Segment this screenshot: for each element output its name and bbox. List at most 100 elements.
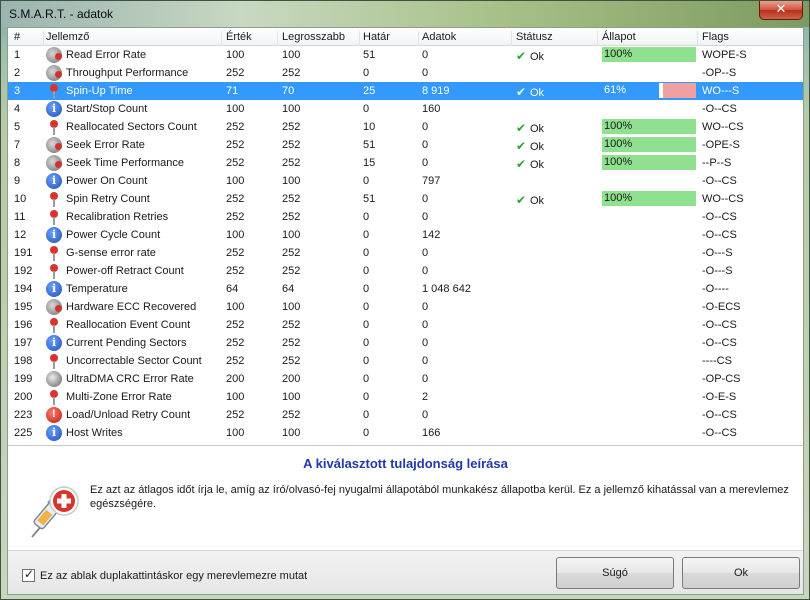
attribute-threshold: 0 — [363, 229, 370, 241]
table-row[interactable]: 197 Current Pending Sectors 252 252 0 0 -O--CS — [8, 334, 803, 352]
status-ok: ✔ Ok — [516, 139, 544, 153]
pin-icon — [46, 245, 62, 261]
status-ok: ✔ Ok — [516, 157, 544, 171]
attribute-id: 11 — [14, 211, 26, 223]
gear-icon — [46, 155, 62, 171]
table-row[interactable]: 194 Temperature 64 64 0 1 048 642 -O---- — [8, 280, 803, 298]
info-icon — [46, 173, 62, 189]
column-header-worst[interactable]: Legrosszabb — [282, 31, 360, 46]
attribute-raw-data: 1 048 642 — [422, 283, 471, 295]
attribute-name: Uncorrectable Sector Count — [66, 355, 202, 367]
attribute-id: 12 — [14, 229, 27, 241]
table-row[interactable]: 225 Host Writes 100 100 0 166 -O--CS — [8, 424, 803, 442]
attribute-id: 191 — [14, 247, 33, 259]
attribute-id: 4 — [14, 103, 21, 115]
attribute-name: Current Pending Sectors — [66, 337, 187, 349]
attribute-value: 71 — [226, 85, 239, 97]
attribute-raw-data: 797 — [422, 175, 441, 187]
attribute-flags: -O--CS — [702, 337, 737, 349]
attribute-id: 10 — [14, 193, 27, 205]
attribute-name: Temperature — [66, 283, 128, 295]
table-row[interactable]: 12 Power Cycle Count 100 100 0 142 -O--CS — [8, 226, 803, 244]
attribute-name: Read Error Rate — [66, 49, 147, 61]
attribute-flags: -O---- — [702, 283, 729, 295]
condition-remaining — [663, 83, 696, 98]
condition-bar: 100% — [602, 137, 696, 152]
table-row[interactable]: 198 Uncorrectable Sector Count 252 252 0 0 ---… — [8, 352, 803, 370]
attribute-value: 252 — [226, 211, 245, 223]
attribute-value: 252 — [226, 67, 245, 79]
attribute-raw-data: 0 — [422, 139, 429, 151]
column-header-value[interactable]: Érték — [226, 31, 278, 46]
attribute-raw-data: 0 — [422, 373, 429, 385]
double-click-option[interactable]: Ez az ablak duplakattintáskor egy merevl… — [22, 567, 307, 582]
attribute-value: 100 — [226, 391, 245, 403]
column-header-data[interactable]: Adatok — [422, 31, 512, 46]
attribute-value: 252 — [226, 193, 245, 205]
smart-attributes-table[interactable]: # Jellemző Érték Legrosszabb Határ Adato… — [8, 28, 803, 446]
close-button[interactable]: ✕ — [759, 1, 803, 20]
table-row[interactable]: 3 Spin-Up Time 71 70 25 8 919 ✔ Ok 61% WO---S — [8, 82, 803, 100]
attribute-threshold: 0 — [363, 427, 370, 439]
table-row[interactable]: 195 Hardware ECC Recovered 100 100 0 0 -O-ECS — [8, 298, 803, 316]
table-row[interactable]: 9 Power On Count 100 100 0 797 -O--CS — [8, 172, 803, 190]
attribute-worst: 70 — [282, 85, 295, 97]
attribute-name: Reallocated Sectors Count — [66, 121, 197, 133]
table-row[interactable]: 196 Reallocation Event Count 252 252 0 0 -O--C… — [8, 316, 803, 334]
alert-icon — [46, 407, 62, 423]
ok-button[interactable]: Ok — [682, 557, 800, 589]
attribute-worst: 100 — [282, 103, 301, 115]
table-row[interactable]: 2 Throughput Performance 252 252 0 0 -OP--S — [8, 64, 803, 82]
help-button[interactable]: Súgó — [556, 557, 674, 589]
condition-bar: 100% — [602, 47, 696, 62]
title-bar[interactable]: S.M.A.R.T. - adatok ✕ — [1, 1, 809, 27]
attribute-worst: 100 — [282, 175, 301, 187]
double-click-checkbox-label[interactable]: Ez az ablak duplakattintáskor egy merevl… — [40, 570, 307, 582]
attribute-raw-data: 166 — [422, 427, 441, 439]
attribute-value: 252 — [226, 247, 245, 259]
attribute-name: Spin Retry Count — [66, 193, 150, 205]
attribute-value: 200 — [226, 373, 245, 385]
footer-bar: Ez az ablak duplakattintáskor egy merevl… — [8, 550, 803, 594]
column-header-threshold[interactable]: Határ — [363, 31, 419, 46]
attribute-worst: 100 — [282, 427, 301, 439]
pin-icon — [46, 209, 62, 225]
table-row[interactable]: 4 Start/Stop Count 100 100 0 160 -O--CS — [8, 100, 803, 118]
attribute-worst: 252 — [282, 157, 301, 169]
table-row[interactable]: 11 Recalibration Retries 252 252 0 0 -O--CS — [8, 208, 803, 226]
table-row[interactable]: 7 Seek Error Rate 252 252 51 0 ✔ Ok 100% -OPE-S — [8, 136, 803, 154]
table-row[interactable]: 199 UltraDMA CRC Error Rate 200 200 0 0 -OP-CS — [8, 370, 803, 388]
table-row[interactable]: 10 Spin Retry Count 252 252 51 0 ✔ Ok 100% WO--CS — [8, 190, 803, 208]
table-row[interactable]: 8 Seek Time Performance 252 252 15 0 ✔ Ok 100% --… — [8, 154, 803, 172]
column-header-flags[interactable]: Flags — [702, 31, 802, 46]
column-header-number[interactable]: # — [14, 31, 44, 46]
smart-data-window: S.M.A.R.T. - adatok ✕ # Jellemző Érték L… — [0, 0, 810, 600]
attribute-flags: -OP-CS — [702, 373, 741, 385]
attribute-threshold: 0 — [363, 265, 370, 277]
attribute-raw-data: 0 — [422, 355, 429, 367]
status-label: Ok — [530, 195, 545, 207]
check-icon: ✔ — [516, 157, 527, 171]
attribute-name: Hardware ECC Recovered — [66, 301, 197, 313]
attribute-id: 197 — [14, 337, 33, 349]
attribute-threshold: 0 — [363, 373, 370, 385]
attribute-worst: 252 — [282, 337, 301, 349]
column-header-condition[interactable]: Állapot — [602, 31, 698, 46]
table-row[interactable]: 5 Reallocated Sectors Count 252 252 10 0 ✔ Ok 10… — [8, 118, 803, 136]
attribute-id: 192 — [14, 265, 33, 277]
column-header-attribute[interactable]: Jellemző — [46, 31, 222, 46]
double-click-checkbox[interactable] — [22, 567, 35, 582]
gear-icon — [46, 137, 62, 153]
table-row[interactable]: 192 Power-off Retract Count 252 252 0 0 -O---S — [8, 262, 803, 280]
description-title: A kiválasztott tulajdonság leírása — [303, 456, 508, 471]
column-header-status[interactable]: Státusz — [516, 31, 598, 46]
attribute-raw-data: 2 — [422, 391, 429, 403]
table-row[interactable]: 191 G-sense error rate 252 252 0 0 -O---S — [8, 244, 803, 262]
table-row[interactable]: 1 Read Error Rate 100 100 51 0 ✔ Ok 100% WOPE-S — [8, 46, 803, 64]
attribute-flags: WO---S — [702, 85, 740, 97]
table-row[interactable]: 223 Load/Unload Retry Count 252 252 0 0 -O--CS — [8, 406, 803, 424]
attribute-id: 9 — [14, 175, 21, 187]
table-row[interactable]: 200 Multi-Zone Error Rate 100 100 0 2 -O-E-S — [8, 388, 803, 406]
attribute-flags: -O-E-S — [702, 391, 737, 403]
attribute-worst: 100 — [282, 301, 301, 313]
